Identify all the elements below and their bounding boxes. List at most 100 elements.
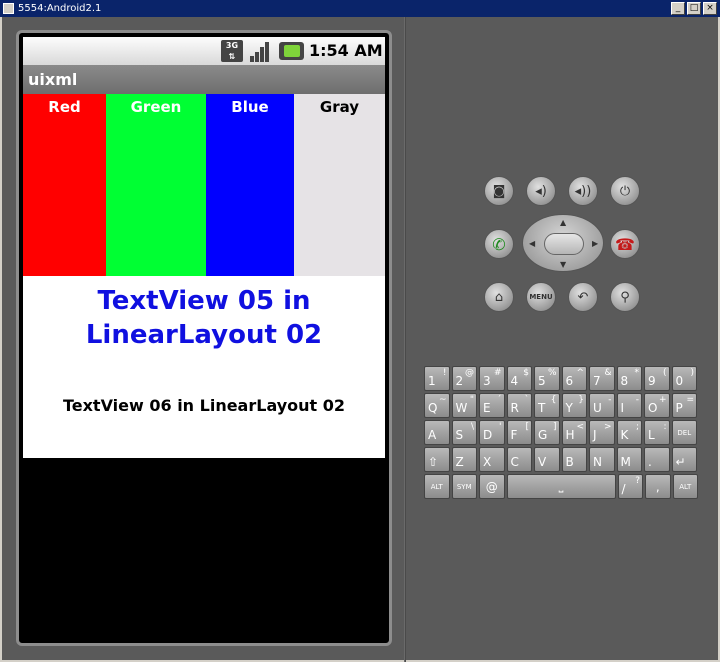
dpad-down-icon: ▼ — [560, 260, 567, 269]
gray-column: Gray — [294, 94, 385, 276]
key-row1-0[interactable]: 1! — [424, 366, 450, 391]
keyboard-row-1: 1! 2 @3 #4 $5% 6 ^ 7 & 8 * 9(0) — [424, 366, 702, 391]
close-button[interactable]: × — [703, 2, 717, 15]
green-label: Green — [130, 98, 182, 116]
key-row3-4[interactable]: G] — [534, 420, 560, 445]
green-column: Green — [106, 94, 206, 276]
camera-button[interactable]: ◙ — [484, 176, 514, 206]
device-screen[interactable]: 3G ⇅ 1:54 AM uixml Red Green Blue Gray Te… — [23, 37, 385, 640]
blue-column: Blue — [206, 94, 294, 276]
key-row2-6[interactable]: U- — [589, 393, 615, 418]
menu-button[interactable]: MENU — [526, 282, 556, 312]
app-title-bar: uixml — [23, 65, 385, 94]
key-row4-5[interactable]: B — [561, 447, 587, 472]
camera-icon: ◙ — [492, 183, 506, 199]
key-row1-5[interactable]: 6 ^ — [561, 366, 587, 391]
key-row3-7[interactable]: K; — [616, 420, 642, 445]
textview-06: TextView 06 in LinearLayout 02 — [62, 396, 346, 415]
key-row2-1[interactable]: W " — [451, 393, 477, 418]
key-row4-6[interactable]: N — [589, 447, 615, 472]
window-title: 5554:Android2.1 — [18, 3, 102, 14]
key-row3-0[interactable]: A — [424, 420, 450, 445]
keyboard-row-4: ⇧ Z X C V B N M. ↵ — [424, 447, 702, 472]
key-row1-4[interactable]: 5% — [534, 366, 560, 391]
key-row4-3[interactable]: C — [506, 447, 532, 472]
linear-layout-02: TextView 05 in LinearLayout 02 TextView … — [23, 276, 385, 458]
key-slash[interactable]: /? — [617, 474, 643, 499]
key-row1-1[interactable]: 2 @ — [451, 366, 477, 391]
key-row4-2[interactable]: X — [479, 447, 505, 472]
key-comma[interactable]: , — [645, 474, 671, 499]
key-alt-left[interactable]: ALT — [424, 474, 450, 499]
dpad-up-icon: ▲ — [560, 218, 567, 227]
key-row4-7[interactable]: M — [616, 447, 642, 472]
key-row1-6[interactable]: 7 & — [589, 366, 615, 391]
key-row2-0[interactable]: Q ~ — [424, 393, 450, 418]
key-row2-4[interactable]: T{ — [534, 393, 560, 418]
gray-label: Gray — [319, 98, 360, 116]
key-row3-6[interactable]: J > — [589, 420, 615, 445]
key-row2-5[interactable]: Y} — [561, 393, 587, 418]
key-row4-0[interactable]: ⇧ — [424, 447, 450, 472]
app-title: uixml — [28, 70, 78, 89]
dpad-left-icon: ◀ — [529, 239, 536, 248]
key-row1-9[interactable]: 0) — [671, 366, 697, 391]
back-button[interactable]: ↶ — [568, 282, 598, 312]
key-row3-3[interactable]: F[ — [506, 420, 532, 445]
search-icon: ⚲ — [620, 289, 630, 305]
end-call-button[interactable]: ☎ — [610, 229, 640, 259]
volume-up-icon: ◂)) — [574, 183, 592, 199]
key-row3-2[interactable]: D ' — [479, 420, 505, 445]
key-row3-8[interactable]: L: — [644, 420, 670, 445]
key-row4-1[interactable]: Z — [451, 447, 477, 472]
key-row3-9[interactable]: DEL — [671, 420, 697, 445]
hardware-keyboard: 1! 2 @3 #4 $5% 6 ^ 7 & 8 * 9(0) Q ~ W " E ´ R ` T{Y} U - I - O + P… — [424, 366, 702, 501]
key-row2-8[interactable]: O + — [644, 393, 670, 418]
key-row4-4[interactable]: V — [534, 447, 560, 472]
key-row4-9[interactable]: ↵ — [671, 447, 697, 472]
menu-label: MENU — [529, 293, 553, 301]
key-row1-8[interactable]: 9( — [644, 366, 670, 391]
search-button[interactable]: ⚲ — [610, 282, 640, 312]
status-clock: 1:54 AM — [309, 41, 383, 60]
status-bar: 3G ⇅ 1:54 AM — [23, 37, 385, 65]
key-row2-3[interactable]: R ` — [506, 393, 532, 418]
red-label: Red — [48, 98, 81, 116]
textview-05: TextView 05 in LinearLayout 02 — [85, 286, 323, 350]
key-row1-2[interactable]: 3 # — [479, 366, 505, 391]
volume-down-button[interactable]: ◂) — [526, 176, 556, 206]
key-sym[interactable]: SYM — [451, 474, 477, 499]
key-space[interactable]: ⎵ — [506, 474, 616, 499]
volume-down-icon: ◂) — [535, 183, 547, 199]
home-button[interactable]: ⌂ — [484, 282, 514, 312]
dpad[interactable]: ▲ ▼ ◀ ▶ — [522, 214, 604, 272]
app-window-icon — [3, 3, 14, 14]
dpad-center-button[interactable] — [544, 233, 584, 255]
key-row3-1[interactable]: S \ — [451, 420, 477, 445]
key-row1-7[interactable]: 8 * — [616, 366, 642, 391]
signal-strength-icon — [250, 40, 272, 62]
call-icon: ✆ — [492, 234, 506, 254]
power-icon: ⏻ — [619, 183, 631, 199]
window-controls: _ □ × — [671, 2, 717, 15]
blue-label: Blue — [231, 98, 269, 116]
key-row1-3[interactable]: 4 $ — [506, 366, 532, 391]
key-row2-2[interactable]: E ´ — [479, 393, 505, 418]
power-button[interactable]: ⏻ — [610, 176, 640, 206]
volume-up-button[interactable]: ◂)) — [568, 176, 598, 206]
key-alt-right[interactable]: ALT — [672, 474, 698, 499]
key-row3-5[interactable]: H < — [561, 420, 587, 445]
red-column: Red — [23, 94, 106, 276]
key-row4-8[interactable]: . — [644, 447, 670, 472]
back-icon: ↶ — [577, 289, 589, 305]
battery-charging-icon — [279, 42, 304, 60]
home-icon: ⌂ — [494, 289, 504, 305]
minimize-button[interactable]: _ — [671, 2, 685, 15]
key-row2-9[interactable]: P = — [671, 393, 697, 418]
call-button[interactable]: ✆ — [484, 229, 514, 259]
color-columns: Red Green Blue Gray — [23, 94, 385, 276]
key-at[interactable]: @ — [479, 474, 505, 499]
panel-divider — [404, 17, 406, 662]
key-row2-7[interactable]: I- — [616, 393, 642, 418]
maximize-button[interactable]: □ — [687, 2, 701, 15]
